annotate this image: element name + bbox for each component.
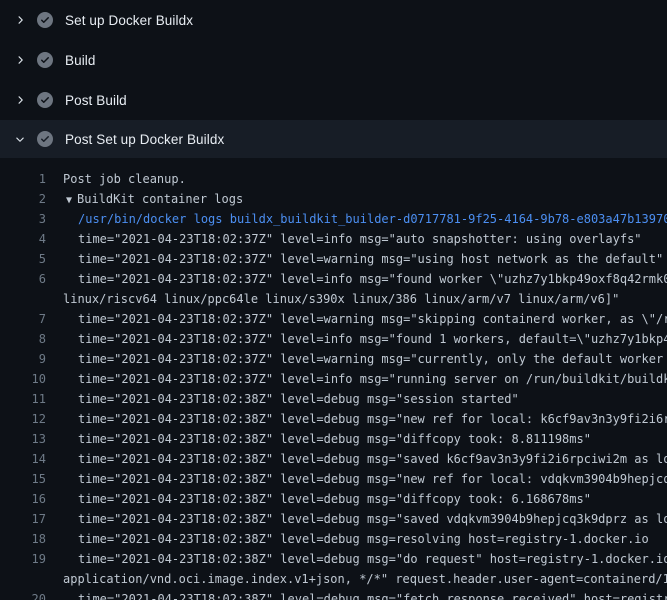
chevron-down-icon (14, 131, 30, 147)
log-line-number[interactable]: 19 (0, 549, 46, 569)
step-row-post-build[interactable]: Post Build (0, 80, 667, 120)
step-row-build[interactable]: Build (0, 40, 667, 80)
log-line: 10 time="2021-04-23T18:02:37Z" level=info… (0, 369, 667, 389)
log-line-text: time="2021-04-23T18:02:38Z" level=debug … (78, 549, 667, 569)
log-line: 7 time="2021-04-23T18:02:37Z" level=warni… (0, 309, 667, 329)
log-line-text: time="2021-04-23T18:02:38Z" level=debug … (78, 469, 667, 489)
log-line: 19 time="2021-04-23T18:02:38Z" level=debu… (0, 549, 667, 569)
step-row-set-up-docker-buildx[interactable]: Set up Docker Buildx (0, 0, 667, 40)
log-line: 9 time="2021-04-23T18:02:37Z" level=warni… (0, 349, 667, 369)
check-circle-icon (37, 52, 53, 68)
log-line-text: time="2021-04-23T18:02:38Z" level=debug … (78, 509, 667, 529)
log-line-number[interactable]: 2 (0, 189, 46, 209)
log-line-number[interactable]: 1 (0, 169, 46, 189)
log-line-number[interactable]: 9 (0, 349, 46, 369)
log-line-number[interactable]: 16 (0, 489, 46, 509)
actions-log-viewer: Set up Docker Buildx Build Post Build Post … (0, 0, 667, 600)
chevron-right-icon (14, 52, 30, 68)
log-line-number[interactable]: 8 (0, 329, 46, 349)
chevron-right-icon (14, 92, 30, 108)
log-line: 12 time="2021-04-23T18:02:38Z" level=debu… (0, 409, 667, 429)
log-line-number[interactable]: 18 (0, 529, 46, 549)
step-title: Set up Docker Buildx (65, 13, 193, 28)
log-line-number[interactable]: 5 (0, 249, 46, 269)
log-line-number (0, 289, 46, 309)
step-title: Post Set up Docker Buildx (65, 132, 224, 147)
log-line-number[interactable]: 15 (0, 469, 46, 489)
log-line: 3/usr/bin/docker logs buildx_buildkit_bu… (0, 209, 667, 229)
log-line: 11 time="2021-04-23T18:02:38Z" level=debu… (0, 389, 667, 409)
log-line: 18 time="2021-04-23T18:02:38Z" level=debu… (0, 529, 667, 549)
log-line-number[interactable]: 20 (0, 589, 46, 600)
log-line-text: linux/riscv64 linux/ppc64le linux/s390x … (63, 289, 619, 309)
log-line: 8 time="2021-04-23T18:02:37Z" level=info … (0, 329, 667, 349)
log-line-number[interactable]: 10 (0, 369, 46, 389)
log-line-text: time="2021-04-23T18:02:38Z" level=debug … (78, 389, 519, 409)
log-line-number[interactable]: 6 (0, 269, 46, 289)
log-line-number[interactable]: 7 (0, 309, 46, 329)
log-line: 4 time="2021-04-23T18:02:37Z" level=info … (0, 229, 667, 249)
log-line-text: time="2021-04-23T18:02:37Z" level=info m… (78, 269, 667, 289)
log-group-toggle[interactable]: ▼ BuildKit container logs (66, 189, 243, 209)
log-line: 20 time="2021-04-23T18:02:38Z" level=debu… (0, 589, 667, 600)
log-line-number[interactable]: 17 (0, 509, 46, 529)
log-line-number[interactable]: 4 (0, 229, 46, 249)
log-line: 15 time="2021-04-23T18:02:38Z" level=debu… (0, 469, 667, 489)
check-circle-icon (37, 131, 53, 147)
step-title: Build (65, 53, 96, 68)
log-line: 5 time="2021-04-23T18:02:37Z" level=warni… (0, 249, 667, 269)
log-line-text: time="2021-04-23T18:02:37Z" level=warnin… (78, 349, 667, 369)
log-line-text: time="2021-04-23T18:02:38Z" level=debug … (78, 489, 591, 509)
step-list: Set up Docker Buildx Build Post Build Post … (0, 0, 667, 158)
log-line-text: time="2021-04-23T18:02:38Z" level=debug … (78, 429, 591, 449)
log-line-number[interactable]: 3 (0, 209, 46, 229)
log-line-text: time="2021-04-23T18:02:37Z" level=info m… (78, 229, 642, 249)
log-line-text: time="2021-04-23T18:02:38Z" level=debug … (78, 529, 649, 549)
log-line-number (0, 569, 46, 589)
log-line-text: time="2021-04-23T18:02:37Z" level=info m… (78, 329, 667, 349)
check-circle-icon (37, 12, 53, 28)
log-line-text: application/vnd.oci.image.index.v1+json,… (63, 569, 667, 589)
log-line: 17 time="2021-04-23T18:02:38Z" level=debu… (0, 509, 667, 529)
log-line: 16 time="2021-04-23T18:02:38Z" level=debu… (0, 489, 667, 509)
log-group-label: BuildKit container logs (77, 192, 243, 206)
log-line: linux/riscv64 linux/ppc64le linux/s390x … (0, 289, 667, 309)
log-line-number[interactable]: 13 (0, 429, 46, 449)
log-line-text: time="2021-04-23T18:02:37Z" level=warnin… (78, 309, 667, 329)
log-line-text: time="2021-04-23T18:02:37Z" level=info m… (78, 369, 667, 389)
log-command-text: /usr/bin/docker logs buildx_buildkit_bui… (78, 209, 667, 229)
step-row-post-set-up-docker-buildx[interactable]: Post Set up Docker Buildx (0, 120, 667, 158)
log-line-text: Post job cleanup. (63, 169, 186, 189)
log-output: 1 Post job cleanup. 2 ▼ BuildKit container l… (0, 158, 667, 600)
log-line-number[interactable]: 14 (0, 449, 46, 469)
log-line-text: time="2021-04-23T18:02:38Z" level=debug … (78, 409, 667, 429)
log-line-text: time="2021-04-23T18:02:38Z" level=debug … (78, 589, 667, 600)
log-line: 14 time="2021-04-23T18:02:38Z" level=debu… (0, 449, 667, 469)
log-line-number[interactable]: 12 (0, 409, 46, 429)
check-circle-icon (37, 92, 53, 108)
step-title: Post Build (65, 93, 127, 108)
log-line-number[interactable]: 11 (0, 389, 46, 409)
log-line-text: time="2021-04-23T18:02:37Z" level=warnin… (78, 249, 663, 269)
group-expanded-triangle-icon: ▼ (66, 195, 72, 206)
log-line: 13 time="2021-04-23T18:02:38Z" level=debu… (0, 429, 667, 449)
log-line: application/vnd.oci.image.index.v1+json,… (0, 569, 667, 589)
log-line: 1 Post job cleanup. (0, 169, 667, 189)
log-line: 6 time="2021-04-23T18:02:37Z" level=info … (0, 269, 667, 289)
log-line: 2 ▼ BuildKit container logs (0, 189, 667, 209)
log-line-text: time="2021-04-23T18:02:38Z" level=debug … (78, 449, 667, 469)
chevron-right-icon (14, 12, 30, 28)
